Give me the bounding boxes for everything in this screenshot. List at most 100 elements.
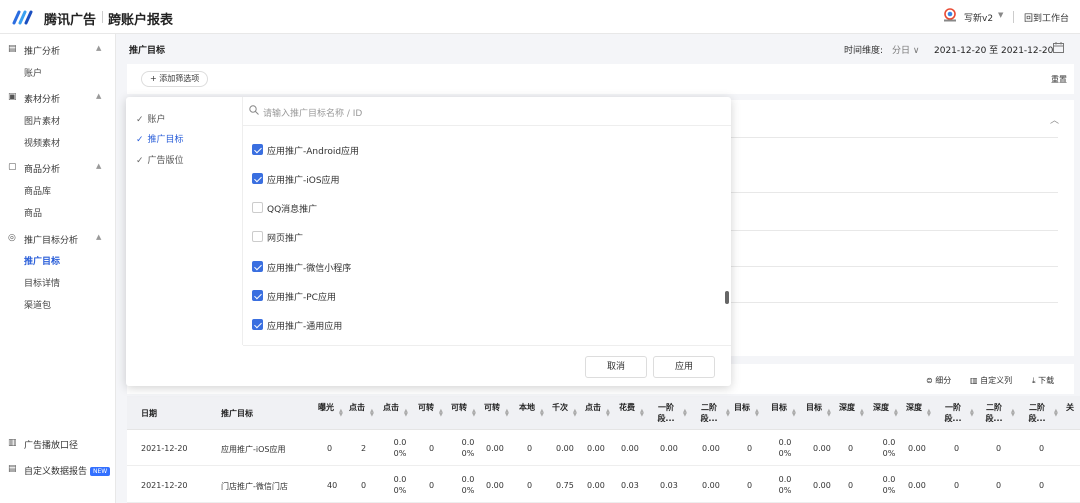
account-name[interactable]: 写新v2 xyxy=(964,11,993,24)
sidebar-item-ad-play-caliber[interactable]: ▥ 广告播放口径 xyxy=(0,434,116,454)
column-header[interactable]: 本地 xyxy=(516,402,538,424)
sort-icon[interactable]: ▲ ▼ xyxy=(755,409,759,418)
sort-icon[interactable]: ▲ ▼ xyxy=(540,409,544,418)
checkbox-checked-icon[interactable] xyxy=(252,144,263,155)
column-header[interactable]: 深度 xyxy=(836,402,858,424)
column-header[interactable]: 日期 xyxy=(141,408,211,419)
checkbox-checked-icon[interactable] xyxy=(252,173,263,184)
divider xyxy=(102,11,103,23)
sidebar-item-channel-package[interactable]: 渠道包 xyxy=(24,298,51,311)
sidebar-item-image-material[interactable]: 图片素材 xyxy=(24,114,60,127)
sidebar-section-material-analysis[interactable]: ▣ 素材分析 ▲ xyxy=(0,88,116,108)
checkbox-unchecked-icon[interactable] xyxy=(252,202,263,213)
custom-columns-button[interactable]: ▥ 自定义列 xyxy=(970,375,1012,386)
sort-icon[interactable]: ▲ ▼ xyxy=(927,409,931,418)
column-header[interactable]: 曝光 xyxy=(315,402,337,424)
sidebar-item-video-material[interactable]: 视频素材 xyxy=(24,136,60,149)
sidebar-item-custom-report[interactable]: ▤ 自定义数据报告 NEW xyxy=(0,460,116,480)
column-header[interactable]: 目标 xyxy=(803,402,825,424)
download-button[interactable]: ⤓ 下载 xyxy=(1032,375,1054,386)
table-cell: 0.00% xyxy=(882,438,896,458)
checkbox-unchecked-icon[interactable] xyxy=(252,231,263,242)
sort-icon[interactable]: ▲ ▼ xyxy=(606,409,610,418)
sort-icon[interactable]: ▲ ▼ xyxy=(827,409,831,418)
sort-icon[interactable]: ▲ ▼ xyxy=(683,409,687,418)
table-cell: 2021-12-20 xyxy=(141,481,188,490)
sort-icon[interactable]: ▲ ▼ xyxy=(860,409,864,418)
column-header[interactable]: 二阶段... xyxy=(694,402,724,424)
sort-icon[interactable]: ▲ ▼ xyxy=(339,409,343,418)
add-filter-button[interactable]: + 添加筛选项 xyxy=(141,71,209,87)
checkbox-checked-icon[interactable] xyxy=(252,261,263,272)
column-header[interactable]: 深度 xyxy=(903,402,925,424)
sidebar-item-product[interactable]: 商品 xyxy=(24,206,42,219)
apply-button[interactable]: 应用 xyxy=(653,356,715,378)
time-dimension-label: 时间维度: xyxy=(844,46,884,56)
sort-icon[interactable]: ▲ ▼ xyxy=(404,409,408,418)
page-header: 推广目标 时间维度: 分日 ∨ 2021-12-20 至 2021-12-20 xyxy=(117,34,1080,62)
column-header[interactable]: 二阶段... xyxy=(979,402,1009,424)
sort-icon[interactable]: ▲ ▼ xyxy=(472,409,476,418)
sort-icon[interactable]: ▲ ▼ xyxy=(792,409,796,418)
granularity-select[interactable]: 分日 ∨ xyxy=(892,43,919,56)
sort-icon[interactable]: ▲ ▼ xyxy=(439,409,443,418)
sidebar-item-product-library[interactable]: 商品库 xyxy=(24,184,51,197)
column-header[interactable]: 深度 xyxy=(870,402,892,424)
table-cell: 0.00% xyxy=(393,438,407,458)
table-cell: 0.00 xyxy=(556,444,574,453)
category-ad-placement[interactable]: ✓ 广告版位 xyxy=(136,153,184,166)
chevron-up-icon[interactable]: ︿ xyxy=(1050,113,1059,126)
column-header[interactable]: 点击 xyxy=(346,402,368,424)
column-header[interactable]: 可转 xyxy=(448,402,470,424)
reset-button[interactable]: 重置 xyxy=(1051,74,1067,85)
sidebar-section-product-analysis[interactable]: ▢ 商品分析 ▲ xyxy=(0,158,116,178)
column-header[interactable]: 关 xyxy=(1065,402,1075,424)
column-header[interactable]: 目标 xyxy=(731,402,753,424)
sidebar-item-target-detail[interactable]: 目标详情 xyxy=(24,276,60,289)
sort-icon[interactable]: ▲ ▼ xyxy=(370,409,374,418)
sort-icon[interactable]: ▲ ▼ xyxy=(726,409,730,418)
column-header[interactable]: 点击 xyxy=(380,402,402,424)
account-avatar-icon[interactable] xyxy=(943,8,957,22)
sidebar-section-promotion-analysis[interactable]: ▤ 推广分析 ▲ xyxy=(0,40,116,60)
column-header[interactable]: 目标 xyxy=(768,402,790,424)
breakdown-button[interactable]: ⊜ 细分 xyxy=(926,375,951,386)
sort-icon[interactable]: ▲ ▼ xyxy=(1054,409,1058,418)
sidebar-item-account[interactable]: 账户 xyxy=(24,66,42,79)
table-row[interactable]: 2021-12-20 应用推广-iOS应用 0 2 0.00% 0 0.00% 0.00 0 0.… xyxy=(127,430,1080,466)
sort-icon[interactable]: ▲ ▼ xyxy=(1011,409,1015,418)
table-cell: 0.00% xyxy=(461,438,475,458)
table-cell: 0.00 xyxy=(702,481,720,490)
column-header[interactable]: 花费 xyxy=(616,402,638,424)
sort-icon[interactable]: ▲ ▼ xyxy=(573,409,577,418)
sidebar-section-target-analysis[interactable]: ◎ 推广目标分析 ▲ xyxy=(0,229,116,249)
checkbox-checked-icon[interactable] xyxy=(252,319,263,330)
chevron-down-icon[interactable]: ▼ xyxy=(998,11,1003,19)
column-header[interactable]: 二阶段... xyxy=(1022,402,1052,424)
checkbox-checked-icon[interactable] xyxy=(252,290,263,301)
category-promotion-target[interactable]: ✓ 推广目标 xyxy=(136,132,184,145)
sort-icon[interactable]: ▲ ▼ xyxy=(505,409,509,418)
column-header[interactable]: 一阶段... xyxy=(651,402,681,424)
sort-icon[interactable]: ▲ ▼ xyxy=(894,409,898,418)
column-header[interactable]: 可转 xyxy=(415,402,437,424)
back-to-workspace-link[interactable]: 回到工作台 xyxy=(1024,11,1069,24)
sidebar-item-promotion-target[interactable]: 推广目标 xyxy=(24,254,60,267)
table-row[interactable]: 2021-12-20 门店推广-微信门店 40 0 0.00% 0 0.00% 0.00 0 0.… xyxy=(127,467,1080,503)
column-header[interactable]: 可转 xyxy=(481,402,503,424)
table-cell: 2021-12-20 xyxy=(141,444,188,453)
tencent-ads-logo-icon[interactable] xyxy=(12,9,34,25)
sort-icon[interactable]: ▲ ▼ xyxy=(970,409,974,418)
sort-icon[interactable]: ▲ ▼ xyxy=(640,409,644,418)
category-account[interactable]: ✓ 账户 xyxy=(136,112,166,125)
date-range-picker[interactable]: 2021-12-20 至 2021-12-20 xyxy=(934,43,1053,56)
cancel-button[interactable]: 取消 xyxy=(585,356,647,378)
table-cell: 0 xyxy=(996,444,1002,453)
column-header[interactable]: 一阶段... xyxy=(938,402,968,424)
calendar-icon[interactable] xyxy=(1053,42,1064,53)
target-search-input[interactable]: 请输入推广目标名称 / ID xyxy=(243,97,731,126)
scrollbar[interactable] xyxy=(725,291,729,304)
column-header[interactable]: 点击 xyxy=(582,402,604,424)
column-header[interactable]: 推广目标 xyxy=(221,408,311,419)
column-header[interactable]: 千次 xyxy=(549,402,571,424)
